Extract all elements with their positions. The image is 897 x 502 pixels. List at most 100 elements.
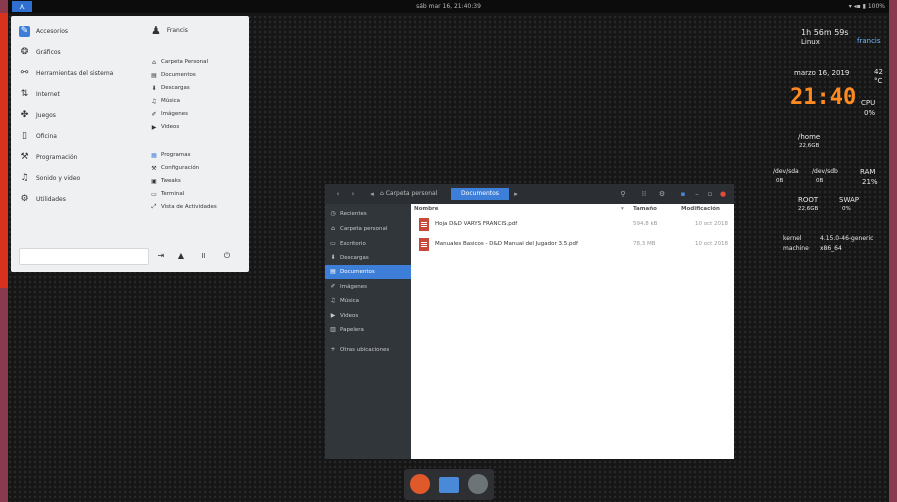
pictures-icon: ✐	[330, 283, 336, 290]
sidebar-item-otras-ubicaciones[interactable]: + Otras ubicaciones	[325, 343, 411, 357]
firefox-icon[interactable]	[410, 474, 430, 494]
place-home[interactable]: ⌂ Carpeta Personal	[150, 56, 208, 68]
music-icon: ♫	[151, 97, 157, 105]
conky-swap-value: 0%	[842, 206, 851, 212]
conky-temp-unit: °C	[874, 77, 883, 85]
conky-uptime: 1h 56m 59s	[801, 28, 849, 37]
games-icon: ✤	[20, 109, 29, 120]
dock	[404, 469, 494, 500]
file-name: Hoja D&D VARYS FRANCIS.pdf	[435, 221, 518, 227]
sidebar-item-descargas[interactable]: ⬇ Descargas	[325, 251, 411, 265]
suspend-icon[interactable]: ॥	[197, 250, 209, 262]
system-configuracion[interactable]: ⚒ Configuración	[150, 162, 199, 174]
apps-grid-icon: ▦	[151, 151, 157, 159]
column-size[interactable]: Tamaño	[633, 206, 657, 212]
conky-root-label: ROOT	[798, 196, 819, 204]
documents-icon: ▤	[330, 268, 336, 275]
crumb-documentos[interactable]: Documentos	[451, 188, 509, 200]
download-icon: ⬇	[151, 84, 157, 92]
sidebar: ◷ Recientes ⌂ Carpeta personal ▭ Escritorio…	[325, 204, 411, 459]
category-juegos[interactable]: ✤ Juegos	[19, 107, 56, 123]
back-icon[interactable]: ‹	[333, 188, 343, 200]
minimize-icon[interactable]: –	[692, 188, 702, 200]
place-imagenes[interactable]: ✐ Imágenes	[150, 108, 187, 120]
sidebar-item-carpeta-personal[interactable]: ⌂ Carpeta personal	[325, 222, 411, 236]
utilities-icon: ⚙	[20, 193, 29, 204]
sidebar-item-recientes[interactable]: ◷ Recientes	[325, 207, 411, 221]
close-icon[interactable]: ●	[718, 188, 728, 200]
place-musica[interactable]: ♫ Música	[150, 95, 180, 107]
sidebar-item-papelera[interactable]: ▥ Papelera	[325, 323, 411, 337]
category-internet[interactable]: ⇅ Internet	[19, 86, 60, 102]
category-graficos[interactable]: ❂ Gráficos	[19, 44, 61, 60]
conky-dev2-label: /dev/sdb	[812, 168, 838, 175]
conky-date: marzo 16, 2019	[794, 69, 850, 77]
conky-time: 21:40	[790, 85, 857, 110]
path-left-icon[interactable]: ◂	[367, 188, 377, 200]
files-icon[interactable]	[439, 477, 459, 493]
conky-cpu-value: 0%	[864, 109, 876, 117]
category-programacion[interactable]: ⚒ Programación	[19, 149, 77, 165]
file-size: 78,3 MB	[633, 241, 656, 247]
system-vista-actividades[interactable]: ⤢ Vista de Actividades	[150, 201, 217, 213]
view-list-icon[interactable]: ⁞⁞	[638, 188, 650, 200]
category-sonido-video[interactable]: ♫ Sonido y video	[19, 170, 80, 186]
conky-machine-label: machine	[783, 245, 809, 252]
category-accesorios[interactable]: ✎ Accesorios	[19, 23, 68, 39]
headerbar: ‹ › ◂ ⌂ Carpeta personal Documentos ▸ ⚲ …	[325, 184, 734, 204]
sidebar-item-videos[interactable]: ▶ Videos	[325, 309, 411, 323]
forward-icon[interactable]: ›	[348, 188, 358, 200]
place-documentos[interactable]: ▤ Documentos	[150, 69, 196, 81]
sidebar-item-escritorio[interactable]: ▭ Escritorio	[325, 237, 411, 251]
plus-icon: +	[330, 346, 336, 353]
conky-ram-label: RAM	[860, 168, 876, 176]
conky-home-label: /home	[798, 133, 821, 141]
column-name[interactable]: Nombre	[414, 206, 439, 212]
internet-icon: ⇅	[20, 88, 29, 99]
trash-icon: ▥	[330, 326, 336, 333]
sidebar-item-musica[interactable]: ♫ Música	[325, 294, 411, 308]
column-modified[interactable]: Modificación	[681, 206, 720, 212]
conky-cpu-label: CPU	[861, 99, 876, 107]
system-tweaks[interactable]: ▣ Tweaks	[150, 175, 181, 187]
videos-icon: ▶	[151, 123, 157, 131]
launcher-rocket-icon[interactable]	[468, 474, 488, 494]
path-right-icon[interactable]: ▸	[511, 188, 521, 200]
system-terminal[interactable]: ▭ Terminal	[150, 188, 184, 200]
multimedia-icon: ♫	[20, 172, 29, 183]
system-tools-icon: ⚯	[20, 67, 29, 78]
logout-icon[interactable]: ⇥	[155, 250, 167, 262]
file-row[interactable]: Manuales Basicos - D&D Manual del Jugado…	[411, 236, 734, 254]
search-icon[interactable]: ⚲	[617, 188, 629, 200]
panel-clock[interactable]: sáb mar 16, 21:40:39	[8, 3, 889, 10]
file-name: Manuales Basicos - D&D Manual del Jugado…	[435, 241, 578, 247]
sidebar-item-documentos[interactable]: ▤ Documentos	[325, 265, 411, 279]
conky-ram-value: 21%	[862, 178, 878, 186]
user-button[interactable]: ♟ Francis	[151, 24, 188, 37]
menu-search-input[interactable]	[19, 248, 149, 265]
conky-temp: 42	[874, 68, 883, 76]
maximize-icon[interactable]: ▫	[705, 188, 715, 200]
system-tray[interactable]: ▾ ◂▪ ▮ 100%	[849, 3, 885, 10]
conky-swap-label: SWAP	[839, 196, 859, 204]
category-utilidades[interactable]: ⚙ Utilidades	[19, 191, 65, 207]
menu-icon[interactable]: ▪	[677, 188, 689, 200]
lock-icon[interactable]: ▲	[175, 250, 187, 262]
options-icon[interactable]: ⚙	[656, 188, 668, 200]
activities-icon: ⤢	[151, 203, 157, 210]
desktop-icon: ▭	[330, 240, 336, 247]
sidebar-item-imagenes[interactable]: ✐ Imágenes	[325, 280, 411, 294]
system-programas[interactable]: ▦ Programas	[150, 149, 190, 161]
place-videos[interactable]: ▶ Videos	[150, 121, 180, 133]
applications-menu: ✎ Accesorios ❂ Gráficos ⚯ Herramientas del …	[11, 16, 249, 272]
sort-indicator-icon: ▾	[621, 206, 624, 212]
category-herramientas[interactable]: ⚯ Herramientas del sistema	[19, 65, 114, 81]
graphics-icon: ❂	[20, 46, 29, 57]
crumb-carpeta-personal[interactable]: ⌂ Carpeta personal	[380, 188, 437, 200]
file-list: Nombre ▾ Tamaño Modificación Hoja D&D VA…	[411, 204, 734, 459]
power-icon[interactable]: ⏻	[221, 250, 233, 262]
category-oficina[interactable]: ▯ Oficina	[19, 128, 57, 144]
tweaks-icon: ▣	[151, 177, 157, 185]
file-row[interactable]: Hoja D&D VARYS FRANCIS.pdf 594,8 kB 10 o…	[411, 216, 734, 234]
place-descargas[interactable]: ⬇ Descargas	[150, 82, 189, 94]
